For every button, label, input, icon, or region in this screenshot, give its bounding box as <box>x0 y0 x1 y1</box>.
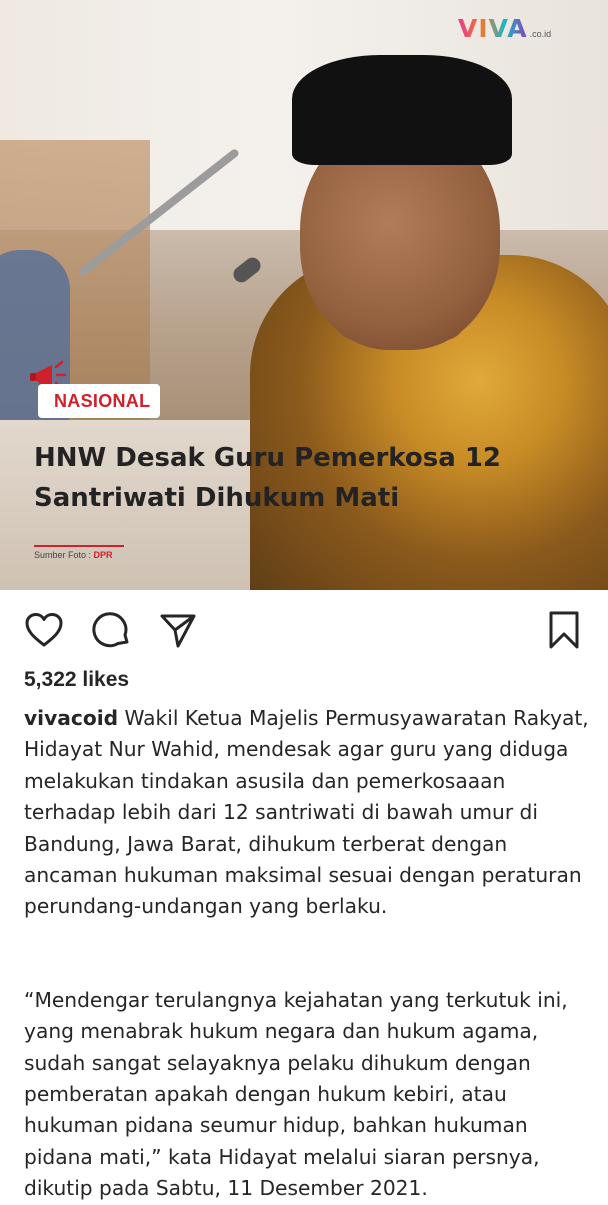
send-icon <box>160 614 196 648</box>
category-tag: NASIONAL <box>38 384 161 418</box>
comment-icon <box>92 612 129 648</box>
like-button[interactable] <box>24 610 64 650</box>
viva-logo-domain: .co.id <box>529 29 552 39</box>
share-button[interactable] <box>158 610 198 650</box>
viva-logo: VIVA .co.id <box>458 14 551 43</box>
speaker-peci-cap <box>292 55 512 165</box>
heart-icon <box>25 613 63 647</box>
caption-paragraph-2: “Mendengar terulangnya kejahatan yang te… <box>24 987 568 1201</box>
source-label: Sumber Foto : <box>34 550 92 560</box>
microphone-head <box>230 254 264 286</box>
source-name: DPR <box>93 550 113 560</box>
photo-source: Sumber Foto : DPR <box>34 545 124 560</box>
caption-text-1: Wakil Ketua Majelis Permusyawaratan Raky… <box>24 706 589 919</box>
bookmark-icon <box>549 611 579 649</box>
post-caption: vivacoid Wakil Ketua Majelis Permusyawar… <box>24 703 594 1205</box>
likes-count[interactable]: 5,322 likes <box>24 668 129 692</box>
post-headline: HNW Desak Guru Pemerkosa 12 Santriwati D… <box>34 443 502 513</box>
save-button[interactable] <box>544 610 584 650</box>
source-divider <box>34 545 124 547</box>
caption-username[interactable]: vivacoid <box>24 706 118 730</box>
caption-paragraph-1: vivacoid Wakil Ketua Majelis Permusyawar… <box>24 703 594 923</box>
comment-button[interactable] <box>91 610 131 650</box>
viva-logo-text: VIVA <box>458 14 528 43</box>
post-action-bar <box>0 590 608 665</box>
post-image[interactable]: VIVA .co.id NASIONAL HNW Desak Guru Peme… <box>0 0 608 590</box>
